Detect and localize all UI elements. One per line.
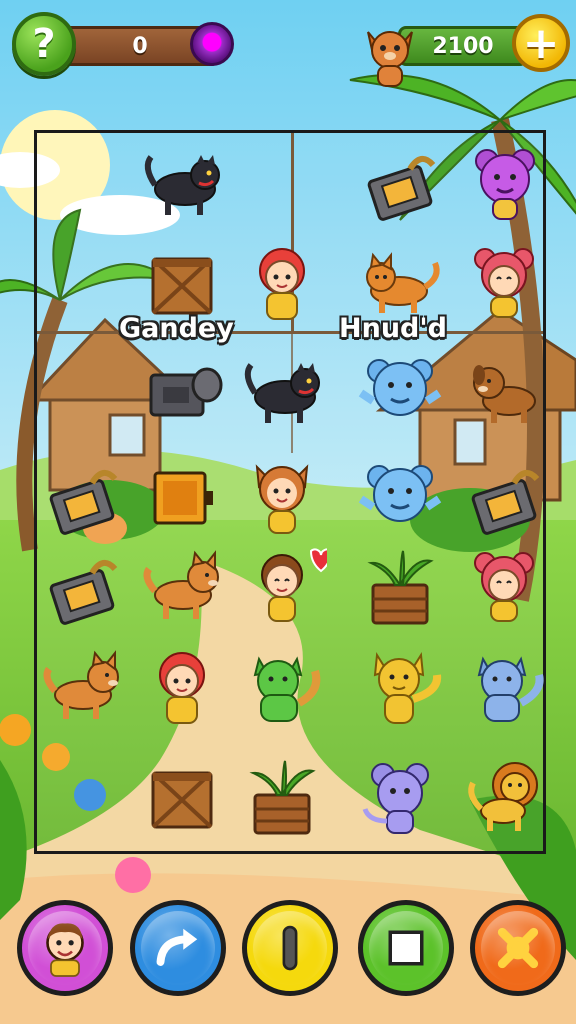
- help-button[interactable]: ?: [12, 12, 76, 76]
- black-panther-icon: [244, 363, 320, 423]
- game-piece-gold-box[interactable]: [137, 451, 227, 541]
- x-cross-icon: [497, 927, 539, 969]
- fox-mascot-icon: [360, 22, 420, 92]
- player-right-label: Hnud'd: [339, 313, 447, 344]
- redo-button[interactable]: [130, 900, 226, 996]
- purple-mouse-icon: [362, 763, 429, 834]
- game-piece-lock-crate[interactable]: [459, 451, 549, 541]
- black-panther-icon: [144, 155, 220, 215]
- green-cat-icon: [253, 656, 321, 722]
- curved-arrow-icon: [156, 928, 198, 966]
- character-avatar-icon: [46, 923, 84, 977]
- red-hair-girl-icon: [159, 652, 205, 724]
- game-piece-plant-crate[interactable]: [355, 541, 445, 631]
- game-piece-lock-crate[interactable]: [37, 541, 127, 631]
- orange-dog-icon: [143, 550, 219, 619]
- wooden-crate-icon: [151, 771, 213, 829]
- plant-crate-icon: [367, 550, 434, 625]
- avatar-button[interactable]: [17, 900, 113, 996]
- game-piece-red-hair-girl[interactable]: [137, 641, 227, 731]
- lock-crate-icon: [49, 560, 118, 625]
- brown-hair-kid-icon: [261, 548, 333, 622]
- blue-cat-icon: [477, 656, 544, 722]
- game-piece-green-cat[interactable]: [237, 641, 327, 731]
- game-piece-lock-crate[interactable]: [355, 137, 445, 227]
- coin-value: 2100: [432, 33, 494, 59]
- board-divider-horizontal: [37, 331, 543, 334]
- game-piece-brown-dog[interactable]: [459, 345, 549, 435]
- purple-gem-icon: [190, 22, 234, 66]
- pause-button[interactable]: [242, 900, 338, 996]
- blue-bear-icon: [358, 465, 442, 522]
- game-piece-purple-mouse[interactable]: [355, 751, 445, 841]
- game-piece-black-panther[interactable]: [237, 345, 327, 435]
- top-hud: ? 0 2100 +: [0, 0, 576, 90]
- game-piece-wooden-crate[interactable]: [137, 751, 227, 841]
- red-hair-girl-icon: [259, 248, 305, 320]
- game-piece-blue-cat[interactable]: [459, 641, 549, 731]
- yellow-fox-icon: [373, 651, 442, 724]
- purple-bear-icon: [475, 149, 535, 220]
- game-piece-stone-block[interactable]: [137, 345, 227, 435]
- game-piece-red-bear-girl[interactable]: [459, 237, 549, 327]
- game-piece-red-bear-girl[interactable]: [459, 541, 549, 631]
- gold-box-icon: [153, 471, 213, 525]
- bar-icon: [282, 925, 298, 971]
- score-value: 0: [132, 33, 148, 59]
- player-left-label: Gandey: [119, 313, 234, 344]
- stone-block-icon: [149, 367, 223, 417]
- game-piece-black-panther[interactable]: [137, 137, 227, 227]
- game-piece-yellow-fox[interactable]: [355, 641, 445, 731]
- plant-crate-icon: [249, 760, 316, 835]
- game-piece-orange-dog[interactable]: [137, 541, 227, 631]
- question-mark-icon: ?: [32, 21, 56, 67]
- lock-crate-icon: [471, 470, 540, 535]
- game-piece-fox-kid[interactable]: [237, 451, 327, 541]
- game-board[interactable]: Gandey Hnud'd: [34, 130, 546, 854]
- game-piece-purple-bear[interactable]: [459, 137, 549, 227]
- plus-icon: +: [522, 17, 560, 69]
- square-icon: [388, 930, 424, 966]
- lion-icon: [468, 762, 538, 831]
- red-bear-girl-icon: [474, 248, 534, 318]
- game-piece-blue-bear[interactable]: [355, 345, 445, 435]
- red-bear-girl-icon: [474, 552, 534, 622]
- game-piece-red-hair-girl[interactable]: [237, 237, 327, 327]
- game-piece-lock-crate[interactable]: [37, 451, 127, 541]
- lock-crate-icon: [49, 470, 118, 535]
- lock-crate-icon: [367, 156, 436, 221]
- brown-dog-icon: [473, 365, 536, 423]
- game-piece-brown-hair-kid[interactable]: [237, 541, 333, 631]
- square-button[interactable]: [358, 900, 454, 996]
- fox-kid-icon: [255, 464, 309, 534]
- blue-bear-icon: [358, 359, 442, 416]
- orange-dog-icon: [43, 650, 119, 719]
- add-coins-button[interactable]: +: [512, 14, 570, 72]
- game-piece-blue-bear[interactable]: [355, 451, 445, 541]
- shuffle-button[interactable]: [470, 900, 566, 996]
- game-piece-plant-crate[interactable]: [237, 751, 327, 841]
- game-piece-lion[interactable]: [459, 751, 549, 841]
- game-piece-orange-dog[interactable]: [37, 641, 127, 731]
